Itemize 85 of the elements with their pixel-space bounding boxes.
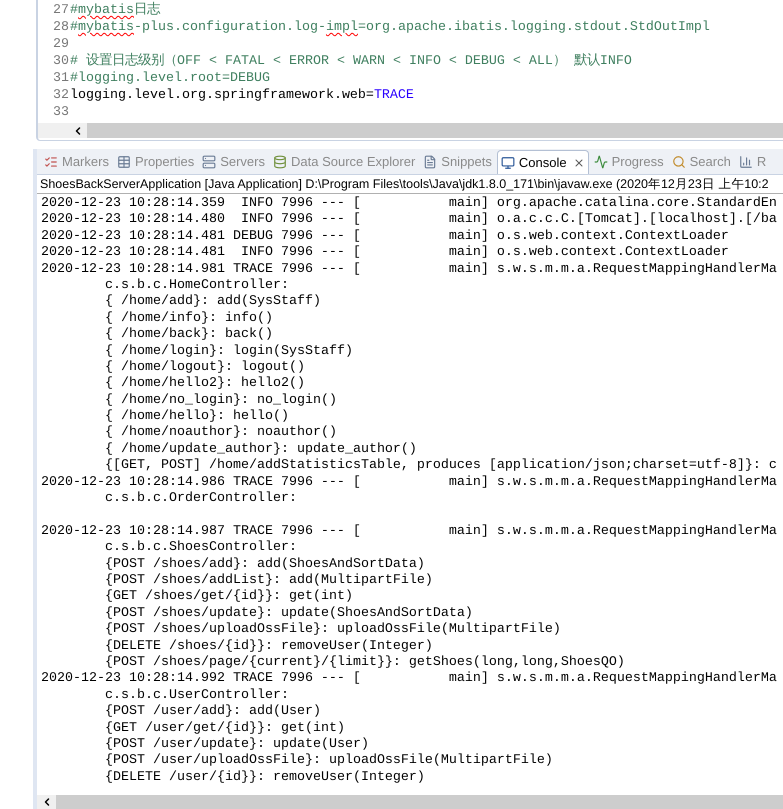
console-header: ShoesBackServerApplication [Java Application] D:\Program Files\tools\Java\jdk1.8.0_171\bin\javaw.exe (2020年12月23日 上午10:2 <box>40 176 769 193</box>
code-token: # <box>70 2 78 19</box>
log-detail-line: {POST /shoes/page/{current}/{limit}}: getShoes(long,long,ShoesQO) <box>105 654 625 671</box>
log-detail-line: {[GET, POST] /home/addStatisticsTable, produces [application/json;charset=utf-8]}: c <box>105 458 777 475</box>
log-detail-line: c.s.b.c.OrderController: <box>105 491 297 508</box>
log-detail-line: {DELETE /shoes/{id}}: removeUser(Integer) <box>105 638 433 655</box>
tab-label: R <box>756 153 766 172</box>
log-detail-line: { /home/info}: info() <box>105 310 273 327</box>
code-token: logging.level.org.springframework.web= <box>70 87 374 104</box>
log-detail-line: { /home/login}: login(SysStaff) <box>105 344 353 360</box>
log-detail-line: { /home/back}: back() <box>105 327 273 344</box>
log-line: 2020-12-23 10:28:14.987 TRACE 7996 --- [ main] s.w.s.m.m.a.RequestMappingHandlerMa <box>41 524 777 540</box>
chart-icon <box>738 155 753 169</box>
misspelled-word: impl <box>326 19 358 36</box>
panel-tab[interactable]: Search <box>668 150 734 174</box>
horizontal-scrollbar[interactable] <box>38 123 783 138</box>
tab-label: Servers <box>220 153 265 172</box>
table-icon <box>116 155 131 169</box>
log-line: 2020-12-23 10:28:14.359 INFO 7996 --- [ main] org.apache.catalina.core.StandardEn <box>41 196 777 212</box>
tab-label: Snippets <box>441 153 492 172</box>
code-token: # <box>70 19 78 36</box>
line-number: 28 <box>52 19 70 36</box>
log-detail-line: {GET /shoes/get/{id}}: get(int) <box>105 589 353 606</box>
line-number: 29 <box>52 36 70 53</box>
misspelled-word: mybatis <box>78 2 134 19</box>
code-token: #logging.level.root=DEBUG <box>70 70 270 87</box>
panel-tab[interactable]: Properties <box>114 150 198 174</box>
log-detail-line: {POST /shoes/add}: add(ShoesAndSortData) <box>105 556 425 573</box>
line-number: 31 <box>52 70 70 87</box>
log-detail-line: {POST /shoes/update}: update(ShoesAndSortData) <box>105 606 473 622</box>
line-number: 33 <box>52 104 70 121</box>
log-detail-line: c.s.b.c.HomeController: <box>105 278 289 294</box>
progress-icon <box>594 155 608 169</box>
tab-label: Search <box>690 153 731 172</box>
tab-label: Properties <box>134 153 194 172</box>
log-detail-line: c.s.b.c.UserController: <box>105 688 289 704</box>
monitor-icon <box>500 156 515 170</box>
panel-tab[interactable]: Console <box>496 150 589 174</box>
tab-label: Markers <box>62 153 109 172</box>
database-icon <box>273 155 287 169</box>
document-icon <box>423 155 438 169</box>
log-detail-line: { /home/noauthor}: noauthor() <box>105 425 337 442</box>
log-detail-line: { /home/hello2}: hello2() <box>105 376 305 393</box>
log-detail-line: {POST /shoes/uploadOssFile}: uploadOssFile(MultipartFile) <box>105 622 561 639</box>
panel-tab[interactable]: R <box>736 150 770 174</box>
log-line: 2020-12-23 10:28:14.986 TRACE 7996 --- [ main] s.w.s.m.m.a.RequestMappingHandlerMa <box>41 474 777 491</box>
log-detail-line: { /home/logout}: logout() <box>105 360 305 376</box>
server-icon <box>202 155 216 169</box>
line-number: 32 <box>52 87 70 104</box>
code-token: =org.apache.ibatis.logging.stdout.StdOutImpl <box>358 19 710 36</box>
log-detail-line: { /home/update_author}: update_author() <box>105 442 417 458</box>
panel-tab[interactable]: Data Source Explorer <box>270 150 418 174</box>
log-detail-line: {POST /user/uploadOssFile}: uploadOssFile(MultipartFile) <box>105 753 553 770</box>
search-icon <box>672 155 686 169</box>
panel-tab[interactable]: Snippets <box>420 150 495 174</box>
code-token: # 设置日志级别（OFF < FATAL < ERROR < WARN < INFO < DEBUG < ALL） 默认INFO <box>70 53 632 70</box>
log-detail-line: { /home/add}: add(SysStaff) <box>105 294 321 311</box>
panel-tab[interactable]: Progress <box>590 150 667 174</box>
line-number: 30 <box>52 53 70 70</box>
code-token: 日志 <box>134 2 160 19</box>
log-detail-line: {DELETE /user/{id}}: removeUser(Integer) <box>105 770 425 786</box>
panel-tab[interactable]: Servers <box>199 150 268 174</box>
close-icon[interactable] <box>572 156 585 168</box>
panel-tab[interactable]: Markers <box>41 150 112 174</box>
tab-label: Progress <box>612 153 664 172</box>
log-line: 2020-12-23 10:28:14.481 INFO 7996 --- [ main] o.s.web.context.ContextLoader <box>41 245 729 262</box>
line-number: 27 <box>52 2 70 19</box>
log-detail-line: {POST /shoes/addList}: add(MultipartFile) <box>105 572 433 589</box>
log-detail-line: { /home/no_login}: no_login() <box>105 392 337 409</box>
tab-label: Data Source Explorer <box>291 153 416 172</box>
code-token: -plus.configuration.log- <box>134 19 326 36</box>
log-line: 2020-12-23 10:28:14.480 INFO 7996 --- [ main] o.a.c.c.C.[Tomcat].[localhost].[/ba <box>41 212 777 229</box>
log-detail-line: {POST /user/update}: update(User) <box>105 736 369 753</box>
log-detail-line: {POST /user/add}: add(User) <box>105 704 321 720</box>
horizontal-scrollbar[interactable] <box>37 795 783 809</box>
code-token: TRACE <box>374 87 414 104</box>
checklist-icon <box>44 155 58 169</box>
tab-label: Console <box>518 154 567 172</box>
misspelled-word: mybatis <box>78 19 134 36</box>
log-detail-line: {GET /user/get/{id}}: get(int) <box>105 720 345 737</box>
log-line: 2020-12-23 10:28:14.481 DEBUG 7996 --- [ main] o.s.web.context.ContextLoader <box>41 228 729 245</box>
log-detail-line: c.s.b.c.ShoesController: <box>105 540 297 557</box>
log-line: 2020-12-23 10:28:14.992 TRACE 7996 --- [ main] s.w.s.m.m.a.RequestMappingHandlerMa <box>41 671 777 688</box>
log-line: 2020-12-23 10:28:14.981 TRACE 7996 --- [ main] s.w.s.m.m.a.RequestMappingHandlerMa <box>41 262 777 278</box>
log-detail-line: { /home/hello}: hello() <box>105 409 289 425</box>
